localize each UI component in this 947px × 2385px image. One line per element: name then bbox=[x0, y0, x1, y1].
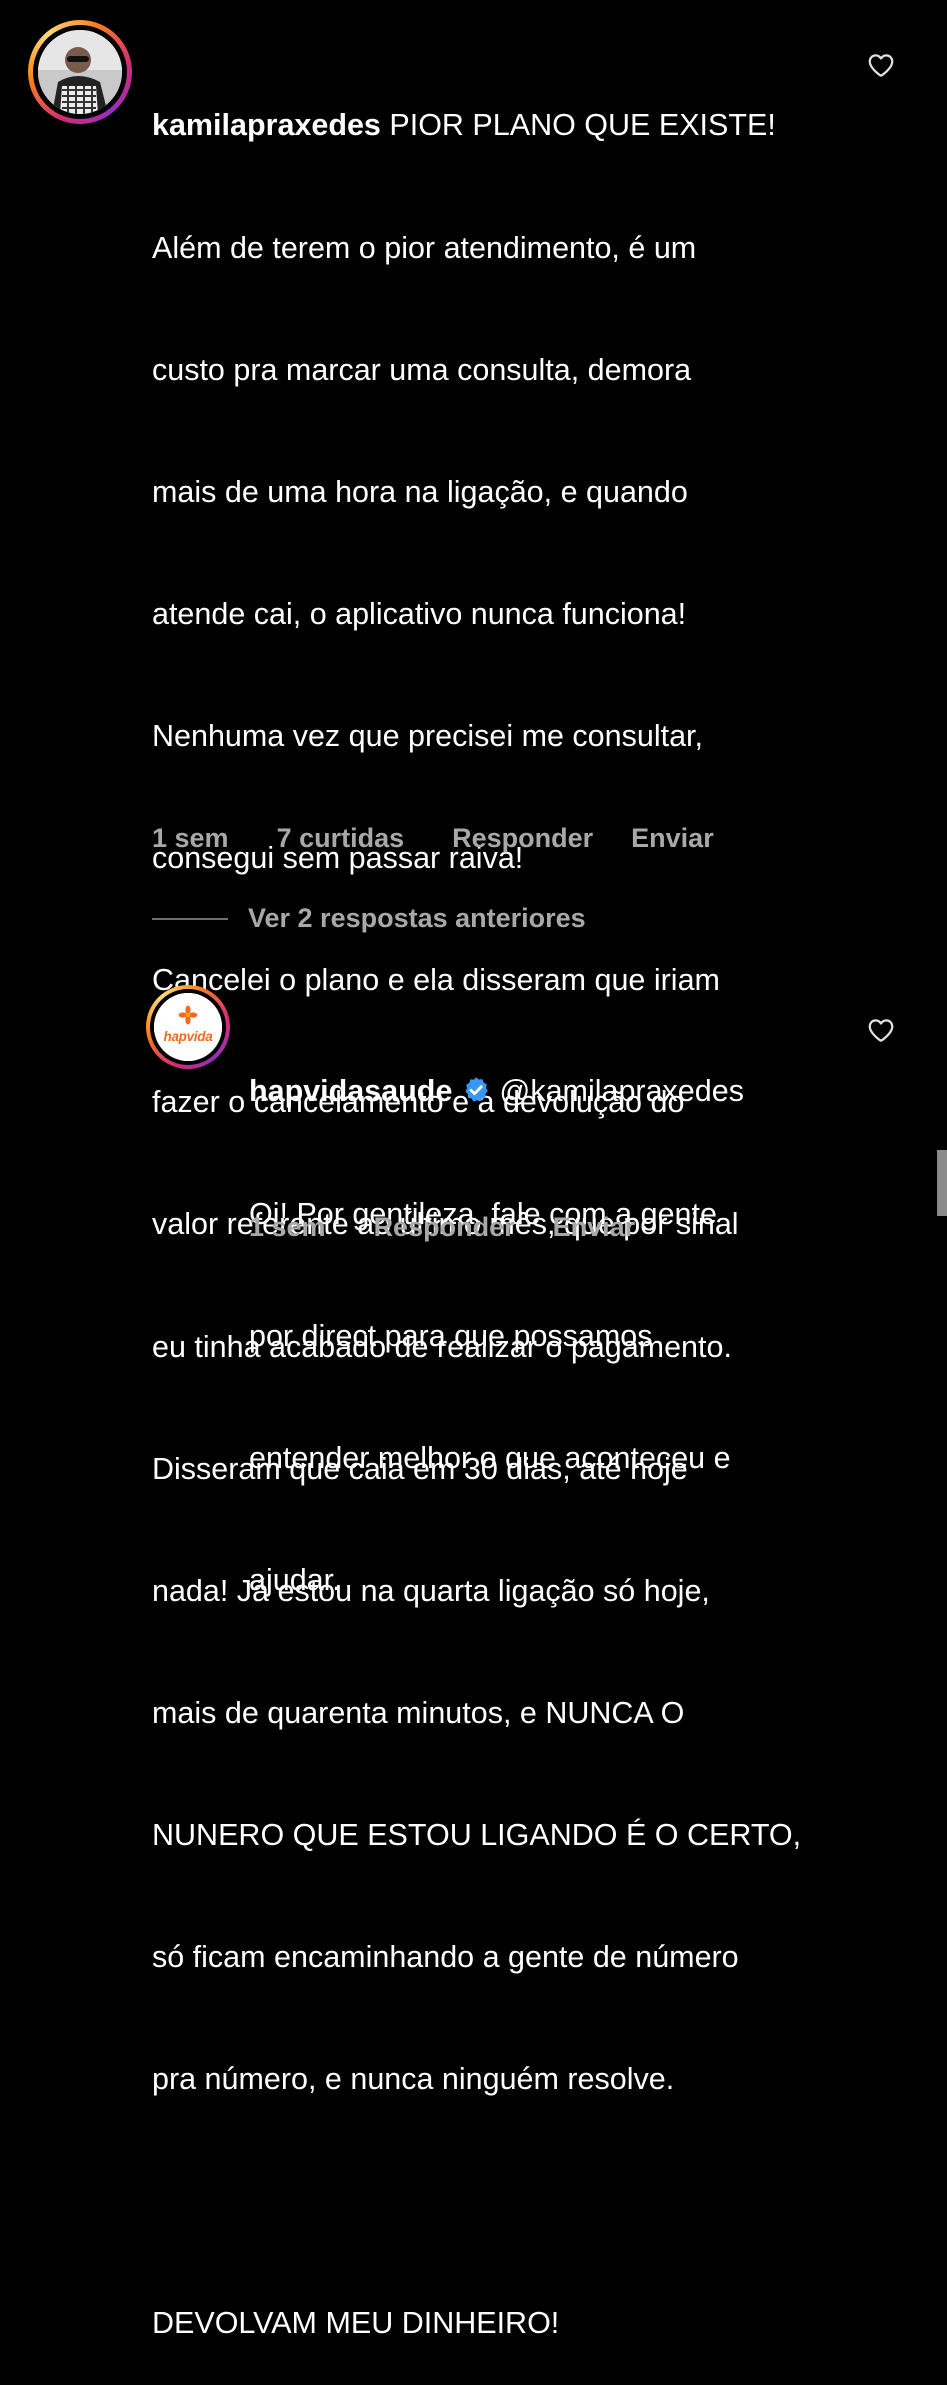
reply-username[interactable]: hapvidasaude bbox=[249, 1074, 452, 1108]
reply-meta: 1 sem Responder Enviar bbox=[249, 1212, 635, 1243]
view-replies-toggle[interactable]: Ver 2 respostas anteriores bbox=[152, 903, 586, 934]
comment-line: Além de terem o pior atendimento, é um bbox=[152, 230, 697, 265]
comment-time: 1 sem bbox=[152, 823, 229, 853]
view-replies-label[interactable]: Ver 2 respostas anteriores bbox=[248, 903, 586, 934]
reply-time: 1 sem bbox=[249, 1212, 326, 1242]
reply-button[interactable]: Responder bbox=[452, 823, 593, 854]
reply-mention[interactable]: @kamilapraxedes bbox=[499, 1074, 744, 1108]
verified-badge-icon bbox=[465, 1077, 488, 1103]
scrollbar-thumb[interactable] bbox=[937, 1150, 947, 1216]
like-heart-icon[interactable] bbox=[866, 50, 896, 80]
reply-line: entender melhor o que aconteceu e bbox=[249, 1440, 731, 1475]
comment-line: custo pra marcar uma consulta, demora bbox=[152, 352, 692, 387]
reply-like-heart-icon[interactable] bbox=[866, 1015, 896, 1045]
reply-line: por direct para que possamos bbox=[249, 1318, 653, 1353]
comment-meta: 1 sem 7 curtidas Responder Enviar bbox=[152, 823, 714, 854]
comment-line: pra número, e nunca ninguém resolve. bbox=[152, 2062, 675, 2097]
send-button[interactable]: Enviar bbox=[631, 823, 714, 854]
reply-body: hapvidasaude @kamilapraxedes Oi! Por gen… bbox=[249, 990, 744, 1641]
comment-line: Nenhuma vez que precisei me consultar, bbox=[152, 718, 703, 753]
hapvida-logo-text: hapvida bbox=[163, 1029, 213, 1044]
comment-line: kamilapraxedes PIOR PLANO QUE EXISTE! bbox=[152, 108, 776, 143]
reply-reply-button[interactable]: Responder bbox=[374, 1212, 515, 1243]
reply-line: ajudar. bbox=[249, 1562, 341, 1597]
comment-line: NUNERO QUE ESTOU LIGANDO É O CERTO, bbox=[152, 1817, 802, 1852]
comment-line: mais de quarenta minutos, e NUNCA O bbox=[152, 1695, 685, 1730]
commenter-photo bbox=[38, 30, 122, 114]
reply-header-line: hapvidasaude @kamilapraxedes bbox=[249, 1071, 744, 1112]
commenter-avatar[interactable] bbox=[28, 20, 132, 124]
comment-username[interactable]: kamilapraxedes bbox=[152, 108, 381, 142]
comment-line: mais de uma hora na ligação, e quando bbox=[152, 474, 688, 509]
hapvida-logo: hapvida bbox=[154, 993, 222, 1061]
reply-send-button[interactable]: Enviar bbox=[553, 1212, 636, 1243]
comment-line: atende cai, o aplicativo nunca funciona! bbox=[152, 596, 687, 631]
replies-divider bbox=[152, 917, 228, 920]
reply-avatar[interactable]: hapvida bbox=[146, 985, 230, 1069]
comment-likes-count[interactable]: 7 curtidas bbox=[277, 823, 405, 854]
comment-line: DEVOLVAM MEU DINHEIRO! bbox=[152, 2306, 560, 2341]
comment-line: só ficam encaminhando a gente de número bbox=[152, 1940, 739, 1975]
comment-line bbox=[152, 2181, 801, 2222]
